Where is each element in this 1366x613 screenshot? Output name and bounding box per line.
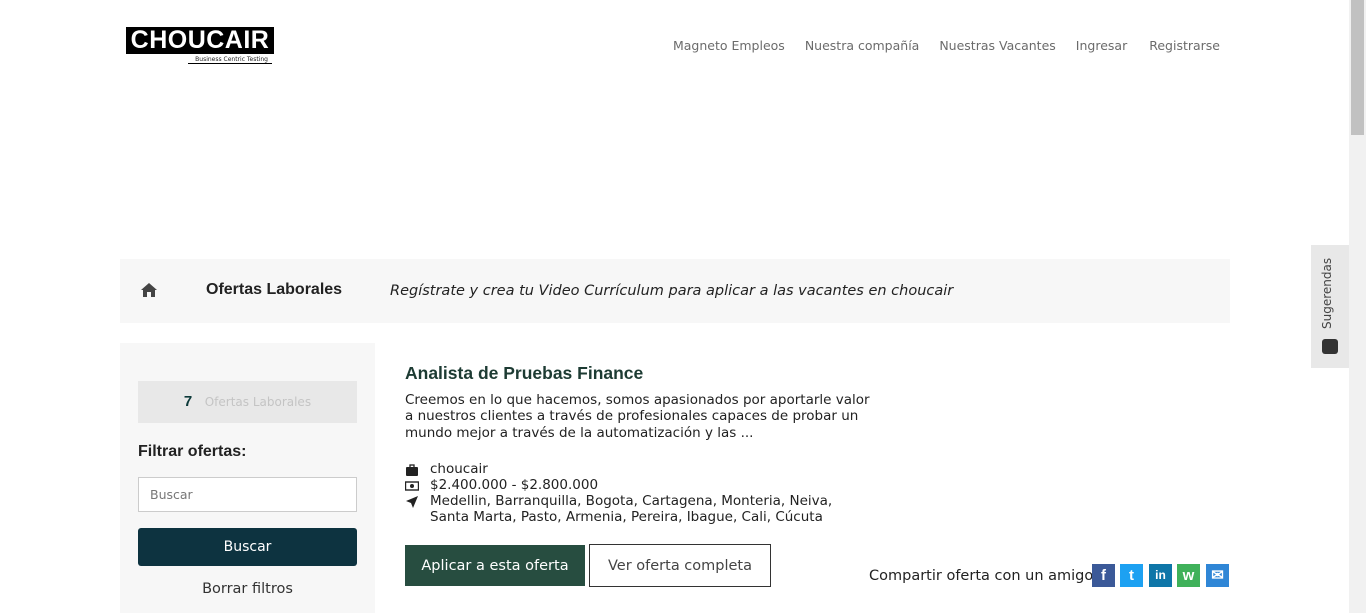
- suggestions-label: Sugerendas: [1320, 257, 1334, 329]
- filter-sidebar: 7 Ofertas Laborales Filtrar ofertas: Bus…: [120, 343, 375, 613]
- job-salary: $2.400.000 - $2.800.000: [430, 477, 599, 493]
- offers-count-label: Ofertas Laborales: [204, 395, 312, 409]
- money-icon: [405, 481, 419, 491]
- job-description: Creemos en lo que hacemos, somos apasion…: [405, 392, 870, 441]
- offers-count-box: 7 Ofertas Laborales: [138, 381, 357, 423]
- twitter-icon[interactable]: t: [1120, 564, 1143, 587]
- offers-banner: Ofertas Laborales Regístrate y crea tu V…: [120, 259, 1230, 323]
- top-nav: Magneto Empleos Nuestra compañía Nuestra…: [653, 38, 1220, 53]
- linkedin-icon[interactable]: in: [1149, 564, 1172, 587]
- nav-registrarse[interactable]: Registrarse: [1149, 38, 1220, 53]
- filter-title: Filtrar ofertas:: [138, 443, 247, 460]
- nav-magneto-empleos[interactable]: Magneto Empleos: [673, 38, 785, 53]
- feedback-icon: [1322, 339, 1338, 354]
- share-label: Compartir oferta con un amigo: [869, 568, 1094, 584]
- job-locations: Medellin, Barranquilla, Bogota, Cartagen…: [430, 493, 833, 525]
- search-input[interactable]: [138, 477, 357, 512]
- view-offer-button[interactable]: Ver oferta completa: [589, 544, 771, 587]
- job-company: choucair: [430, 461, 488, 477]
- nav-nuestra-compania[interactable]: Nuestra compañía: [805, 38, 920, 53]
- job-title[interactable]: Analista de Pruebas Finance: [405, 363, 643, 384]
- whatsapp-icon[interactable]: w: [1177, 564, 1200, 587]
- scrollbar-thumb[interactable]: [1351, 0, 1364, 135]
- home-icon[interactable]: [140, 281, 158, 299]
- page-scrollbar[interactable]: [1349, 0, 1366, 613]
- nav-ingresar[interactable]: Ingresar: [1076, 38, 1127, 53]
- choucair-logo[interactable]: CHOUCAIR Business Centric Testing: [126, 27, 274, 67]
- apply-button[interactable]: Aplicar a esta oferta: [405, 545, 585, 586]
- register-message: Regístrate y crea tu Video Currículum pa…: [390, 283, 954, 299]
- location-arrow-icon: [406, 496, 418, 508]
- offers-count: 7: [183, 393, 193, 410]
- logo-tagline: Business Centric Testing: [188, 56, 272, 64]
- facebook-icon[interactable]: f: [1092, 564, 1115, 587]
- email-icon[interactable]: ✉: [1206, 564, 1229, 587]
- suggestions-tab[interactable]: Sugerendas: [1311, 245, 1349, 368]
- nav-nuestras-vacantes[interactable]: Nuestras Vacantes: [939, 38, 1055, 53]
- search-button[interactable]: Buscar: [138, 528, 357, 566]
- clear-filters-link[interactable]: Borrar filtros: [138, 581, 357, 597]
- page-title: Ofertas Laborales: [206, 281, 343, 298]
- logo-text: CHOUCAIR: [126, 27, 274, 54]
- briefcase-icon: [406, 464, 418, 476]
